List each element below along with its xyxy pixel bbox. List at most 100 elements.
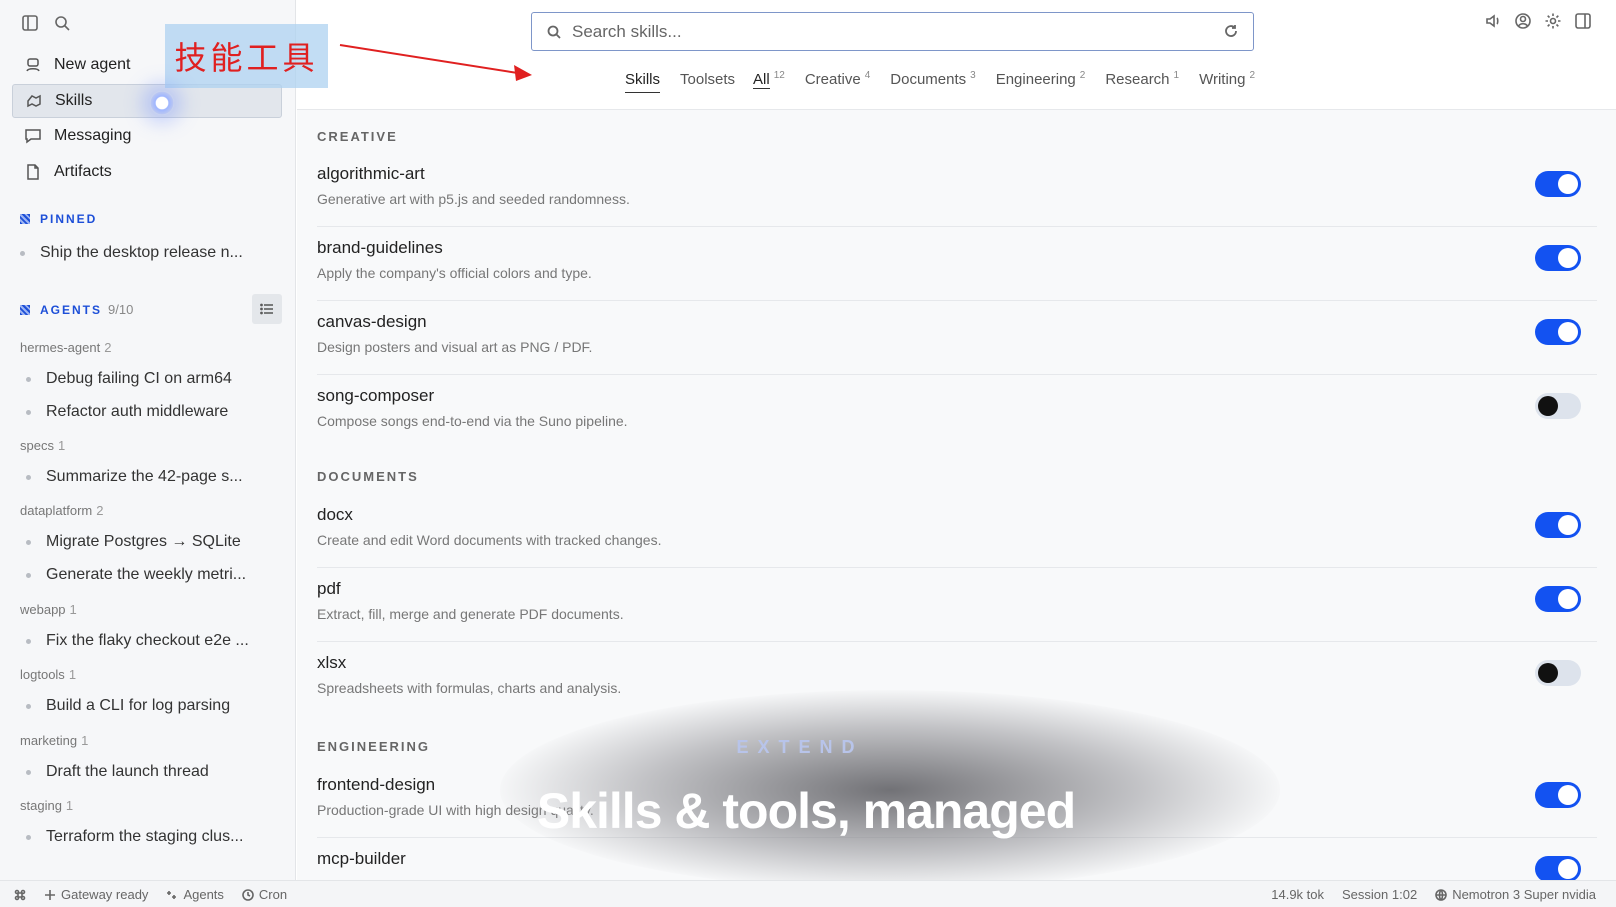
cron-status[interactable]: Cron (242, 887, 287, 902)
pinned-item[interactable]: Ship the desktop release n... (20, 244, 260, 262)
agent-task[interactable]: Fix the flaky checkout e2e ... (26, 632, 266, 650)
agent-task[interactable]: Migrate Postgres → SQLite (26, 533, 266, 551)
agent-task[interactable]: Terraform the staging clus... (26, 828, 266, 846)
filter-research[interactable]: Research 1 (1105, 70, 1179, 92)
skill-name: xlsx (317, 653, 347, 672)
skill-toggle[interactable] (1535, 393, 1581, 419)
token-count: 14.9k tok (1271, 887, 1325, 902)
model-selector[interactable]: Nemotron 3 Super nvidia (1435, 887, 1596, 902)
category-header: CREATIVE (317, 129, 398, 144)
sparkle-icon (45, 889, 55, 900)
nav-skills[interactable]: Skills (12, 84, 282, 118)
panel-toggle-icon[interactable] (1574, 12, 1592, 35)
sidebar-toggle-icon[interactable] (20, 13, 40, 33)
agents-section-header: AGENTS 9/10 (20, 302, 133, 317)
annotation-label: 技能工具 (165, 24, 328, 88)
nav-messaging[interactable]: Messaging (12, 119, 282, 153)
bullet-icon (26, 539, 31, 545)
gateway-status[interactable]: Gateway ready (44, 887, 148, 902)
agents-status[interactable]: Agents (166, 887, 224, 902)
refresh-icon[interactable] (1223, 23, 1239, 44)
bullet-icon (26, 376, 31, 382)
top-bar: Skills Toolsets All12 Creative4 Document… (297, 0, 1616, 110)
filter-creative[interactable]: Creative 4 (805, 70, 870, 92)
gear-icon[interactable] (1544, 12, 1562, 35)
search-icon (547, 25, 561, 39)
skill-description: Create and edit Word documents with trac… (317, 532, 662, 548)
skill-row: song-composer Compose songs end-to-end v… (317, 376, 1597, 449)
skill-toggle[interactable] (1535, 171, 1581, 197)
search-box[interactable] (531, 12, 1254, 51)
bullet-icon (26, 409, 31, 415)
skills-icon (27, 94, 41, 108)
bullet-icon (26, 834, 31, 840)
category-header: DOCUMENTS (317, 469, 419, 484)
tab-toolsets[interactable]: Toolsets (680, 71, 735, 92)
filter-engineering[interactable]: Engineering 2 (996, 70, 1086, 92)
caption-title: Skills & tools, managed (536, 783, 1076, 839)
agent-task[interactable]: Build a CLI for log parsing (26, 697, 266, 715)
sidebar: New agent Skills Messaging Artifacts PIN… (0, 0, 296, 880)
skill-name: brand-guidelines (317, 238, 443, 257)
skill-row: algorithmic-art Generative art with p5.j… (317, 154, 1597, 227)
agent-group-staging[interactable]: staging 1 (20, 798, 73, 813)
list-view-button[interactable] (252, 294, 282, 324)
search-input[interactable] (572, 21, 1192, 42)
pinned-section-header: PINNED (20, 212, 97, 226)
speaker-icon[interactable] (1484, 12, 1502, 35)
skill-description: Compose songs end-to-end via the Suno pi… (317, 413, 628, 429)
agent-task[interactable]: Summarize the 42-page s... (26, 468, 266, 486)
section-marker-icon (20, 214, 30, 224)
agent-icon (26, 58, 40, 72)
skill-name: song-composer (317, 386, 435, 405)
nav-label: New agent (54, 56, 131, 73)
caption-kicker: EXTEND (736, 737, 864, 757)
skill-name: frontend-design (317, 775, 436, 794)
skill-name: mcp-builder (317, 849, 406, 868)
agent-task[interactable]: Debug failing CI on arm64 (26, 370, 266, 388)
skill-name: pdf (317, 579, 341, 598)
clock-icon (242, 888, 254, 901)
chat-icon (25, 129, 41, 144)
account-icon[interactable] (1514, 12, 1532, 35)
agent-group-hermes-agent[interactable]: hermes-agent 2 (20, 340, 111, 355)
skill-description: Apply the company's official colors and … (317, 265, 592, 281)
command-icon[interactable] (14, 889, 26, 901)
skill-toggle[interactable] (1535, 856, 1581, 880)
search-icon[interactable] (52, 13, 72, 33)
filter-writing[interactable]: Writing 2 (1199, 70, 1255, 92)
tab-skills[interactable]: Skills (625, 71, 661, 93)
skill-description: Design posters and visual art as PNG / P… (317, 339, 593, 355)
agent-group-marketing[interactable]: marketing 1 (20, 733, 88, 748)
agent-group-webapp[interactable]: webapp 1 (20, 602, 77, 617)
skill-row: docx Create and edit Word documents with… (317, 495, 1597, 568)
skill-toggle[interactable] (1535, 782, 1581, 808)
agent-group-logtools[interactable]: logtools 1 (20, 667, 76, 682)
tab-bar: Skills Toolsets All 12 Creative 4 Document… (625, 70, 1275, 93)
document-icon (27, 164, 39, 180)
skill-name: canvas-design (317, 312, 427, 331)
skill-description: Extract, fill, merge and generate PDF do… (317, 606, 624, 622)
bullet-icon (26, 572, 31, 578)
agent-group-dataplatform[interactable]: dataplatform 2 (20, 503, 104, 518)
agent-task[interactable]: Draft the launch thread (26, 763, 266, 781)
filter-documents[interactable]: Documents 3 (890, 70, 975, 92)
skill-toggle[interactable] (1535, 245, 1581, 271)
category-header: ENGINEERING (317, 739, 431, 754)
skill-description: Generative art with p5.js and seeded ran… (317, 191, 630, 207)
bullet-icon (20, 250, 25, 256)
skill-toggle[interactable] (1535, 512, 1581, 538)
app-window: New agent Skills Messaging Artifacts PIN… (0, 0, 1616, 907)
status-bar: Gateway ready Agents Cron 14.9k tok Sess… (0, 880, 1616, 907)
skill-toggle[interactable] (1535, 319, 1581, 345)
agent-task[interactable]: Generate the weekly metri... (26, 566, 266, 584)
skill-toggle[interactable] (1535, 586, 1581, 612)
agent-task[interactable]: Refactor auth middleware (26, 403, 266, 421)
nav-label: Messaging (54, 127, 132, 144)
filter-all[interactable]: All 12 (753, 70, 785, 92)
nav-artifacts[interactable]: Artifacts (12, 155, 282, 189)
skill-toggle[interactable] (1535, 660, 1581, 686)
agent-group-specs[interactable]: specs 1 (20, 438, 65, 453)
click-indicator (150, 91, 174, 115)
skill-name: algorithmic-art (317, 164, 425, 183)
